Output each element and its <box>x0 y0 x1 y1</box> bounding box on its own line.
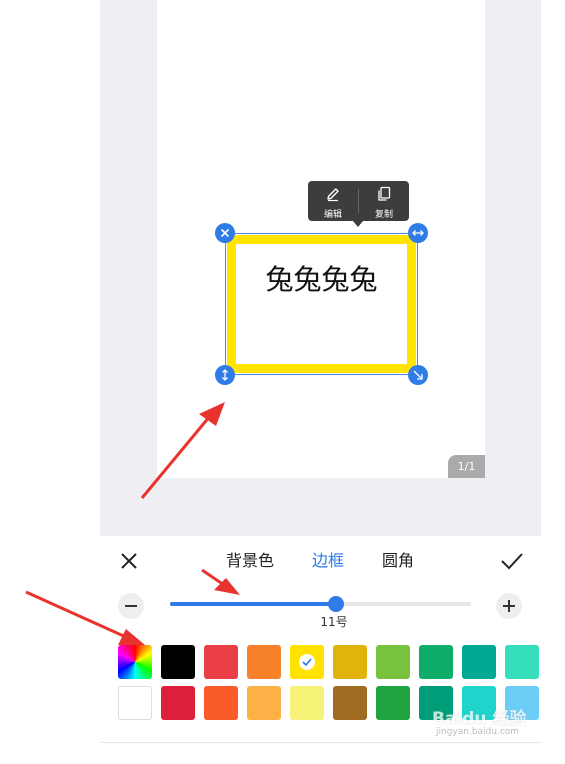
color-swatch[interactable] <box>204 645 238 679</box>
color-swatch[interactable] <box>247 686 281 720</box>
vertical-arrows-icon <box>222 369 228 381</box>
color-swatch[interactable] <box>290 686 324 720</box>
selected-check-icon <box>299 654 315 670</box>
color-swatch[interactable] <box>505 645 539 679</box>
color-swatch[interactable] <box>290 645 324 679</box>
color-swatch[interactable] <box>247 645 281 679</box>
color-swatch[interactable] <box>204 686 238 720</box>
color-swatch[interactable] <box>419 645 453 679</box>
slider-thumb[interactable] <box>327 596 344 612</box>
color-swatch[interactable] <box>333 645 367 679</box>
copy-label: 复制 <box>374 210 393 220</box>
delete-handle[interactable] <box>215 223 235 243</box>
context-menu: 编辑 复制 <box>308 181 409 227</box>
increase-button[interactable] <box>496 593 522 619</box>
watermark-sub: jingyan.baidu.com <box>436 727 520 737</box>
screen: 1/1 编辑 复制 兔兔兔兔 背景色 边框 圆角 11号 Baidu 经验 ji… <box>0 0 565 764</box>
close-icon[interactable] <box>118 550 140 572</box>
decrease-button[interactable] <box>118 593 144 619</box>
check-icon[interactable] <box>500 550 524 572</box>
color-swatch[interactable] <box>333 686 367 720</box>
text-box[interactable]: 兔兔兔兔 <box>225 233 418 375</box>
slider-fill <box>170 602 336 606</box>
color-swatch[interactable] <box>462 645 496 679</box>
resize-horizontal-handle[interactable] <box>408 223 428 243</box>
edit-label: 编辑 <box>323 210 342 220</box>
close-icon <box>220 228 230 238</box>
color-swatch[interactable] <box>376 686 410 720</box>
text-box-border: 兔兔兔兔 <box>227 235 416 373</box>
horizontal-arrows-icon <box>412 230 424 236</box>
color-swatch[interactable] <box>161 645 195 679</box>
tab-border[interactable]: 边框 <box>312 550 344 572</box>
bottom-divider <box>100 742 541 743</box>
custom-color-swatch[interactable] <box>118 645 152 679</box>
slider-value-label: 11号 <box>320 615 348 629</box>
resize-vertical-handle[interactable] <box>215 365 235 385</box>
color-swatch[interactable] <box>376 645 410 679</box>
tab-background-color[interactable]: 背景色 <box>226 550 274 572</box>
copy-icon <box>378 186 391 201</box>
pencil-icon <box>327 188 339 202</box>
tab-corner-radius[interactable]: 圆角 <box>382 550 414 572</box>
color-swatch[interactable] <box>161 686 195 720</box>
color-swatch[interactable] <box>118 686 152 720</box>
text-box-content: 兔兔兔兔 <box>265 263 378 296</box>
diagonal-arrow-icon <box>413 370 423 380</box>
border-width-slider[interactable] <box>170 596 471 612</box>
resize-diagonal-handle[interactable] <box>408 365 428 385</box>
copy-button[interactable]: 复制 <box>359 181 409 221</box>
watermark: Baidu 经验 jingyan.baidu.com <box>432 702 542 742</box>
watermark-main: Baidu 经验 <box>432 709 527 729</box>
edit-button[interactable]: 编辑 <box>308 181 358 221</box>
page-indicator: 1/1 <box>448 455 485 478</box>
